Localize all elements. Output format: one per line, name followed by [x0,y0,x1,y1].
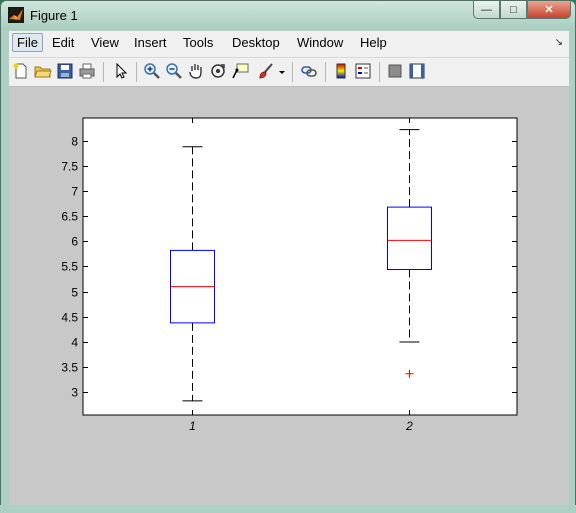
legend-icon[interactable] [354,62,372,80]
menu-file[interactable]: File [12,33,43,52]
y-tick-label: 5 [71,286,78,300]
close-button[interactable]: ✕ [527,1,571,19]
y-tick-label: 5.5 [61,260,78,274]
link-plot-icon[interactable] [300,62,318,80]
menu-window[interactable]: Window [297,35,343,50]
window-title: Figure 1 [30,8,78,23]
window-controls: — □ ✕ [473,1,571,20]
menu-bar: File Edit View Insert Tools Desktop Wind… [9,31,569,58]
y-tick-label: 8 [71,135,78,149]
y-tick-label: 4 [71,336,78,350]
x-tick-label: 2 [405,419,413,433]
y-tick-label: 3 [71,386,78,400]
x-tick-label: 1 [189,419,196,433]
menu-help[interactable]: Help [360,35,387,50]
menu-edit[interactable]: Edit [52,35,74,50]
toolbar-separator [379,62,380,82]
save-icon[interactable] [56,62,74,80]
figure-window: Figure 1 — □ ✕ File Edit View Insert Too… [0,0,576,513]
new-figure-icon[interactable] [12,62,30,80]
y-tick-label: 7 [71,185,78,199]
colorbar-icon[interactable] [332,62,350,80]
toolbar-separator [103,62,104,82]
rotate-3d-icon[interactable] [209,62,227,80]
axes-box [82,117,518,416]
dock-figure-icon[interactable]: ↘ [555,37,563,48]
print-icon[interactable] [78,62,96,80]
data-cursor-icon[interactable] [231,62,249,80]
y-tick-label: 7.5 [61,160,78,174]
toolbar-separator [136,62,137,82]
toolbar-separator [292,62,293,82]
minimize-button[interactable]: — [473,1,500,19]
y-tick-label: 3.5 [61,361,78,375]
zoom-out-icon[interactable] [165,62,183,80]
matlab-logo-icon [8,7,24,23]
window-bottom-border [0,505,576,513]
figure-toolbar [9,58,569,87]
y-tick-label: 6 [71,235,78,249]
y-tick-label: 4.5 [61,311,78,325]
menu-desktop[interactable]: Desktop [232,35,280,50]
brush-dropdown-icon[interactable] [277,62,287,80]
show-plot-tools-icon[interactable] [408,62,426,80]
zoom-in-icon[interactable] [143,62,161,80]
hide-plot-tools-icon[interactable] [386,62,404,80]
pan-hand-icon[interactable] [187,62,205,80]
brush-icon[interactable] [257,62,275,80]
pointer-icon[interactable] [112,62,130,80]
toolbar-separator [325,62,326,82]
maximize-button[interactable]: □ [500,1,527,19]
figure-canvas[interactable]: 3 3.5 4 4.5 5 5.5 6 6.5 7 7.5 8 1 2 [9,87,569,506]
open-folder-icon[interactable] [34,62,52,80]
menu-view[interactable]: View [91,35,119,50]
title-bar[interactable]: Figure 1 — □ ✕ [1,1,575,30]
y-tick-label: 6.5 [61,210,78,224]
menu-tools[interactable]: Tools [183,35,213,50]
menu-insert[interactable]: Insert [134,35,167,50]
boxplot-chart[interactable]: 3 3.5 4 4.5 5 5.5 6 6.5 7 7.5 8 1 2 [9,87,569,506]
